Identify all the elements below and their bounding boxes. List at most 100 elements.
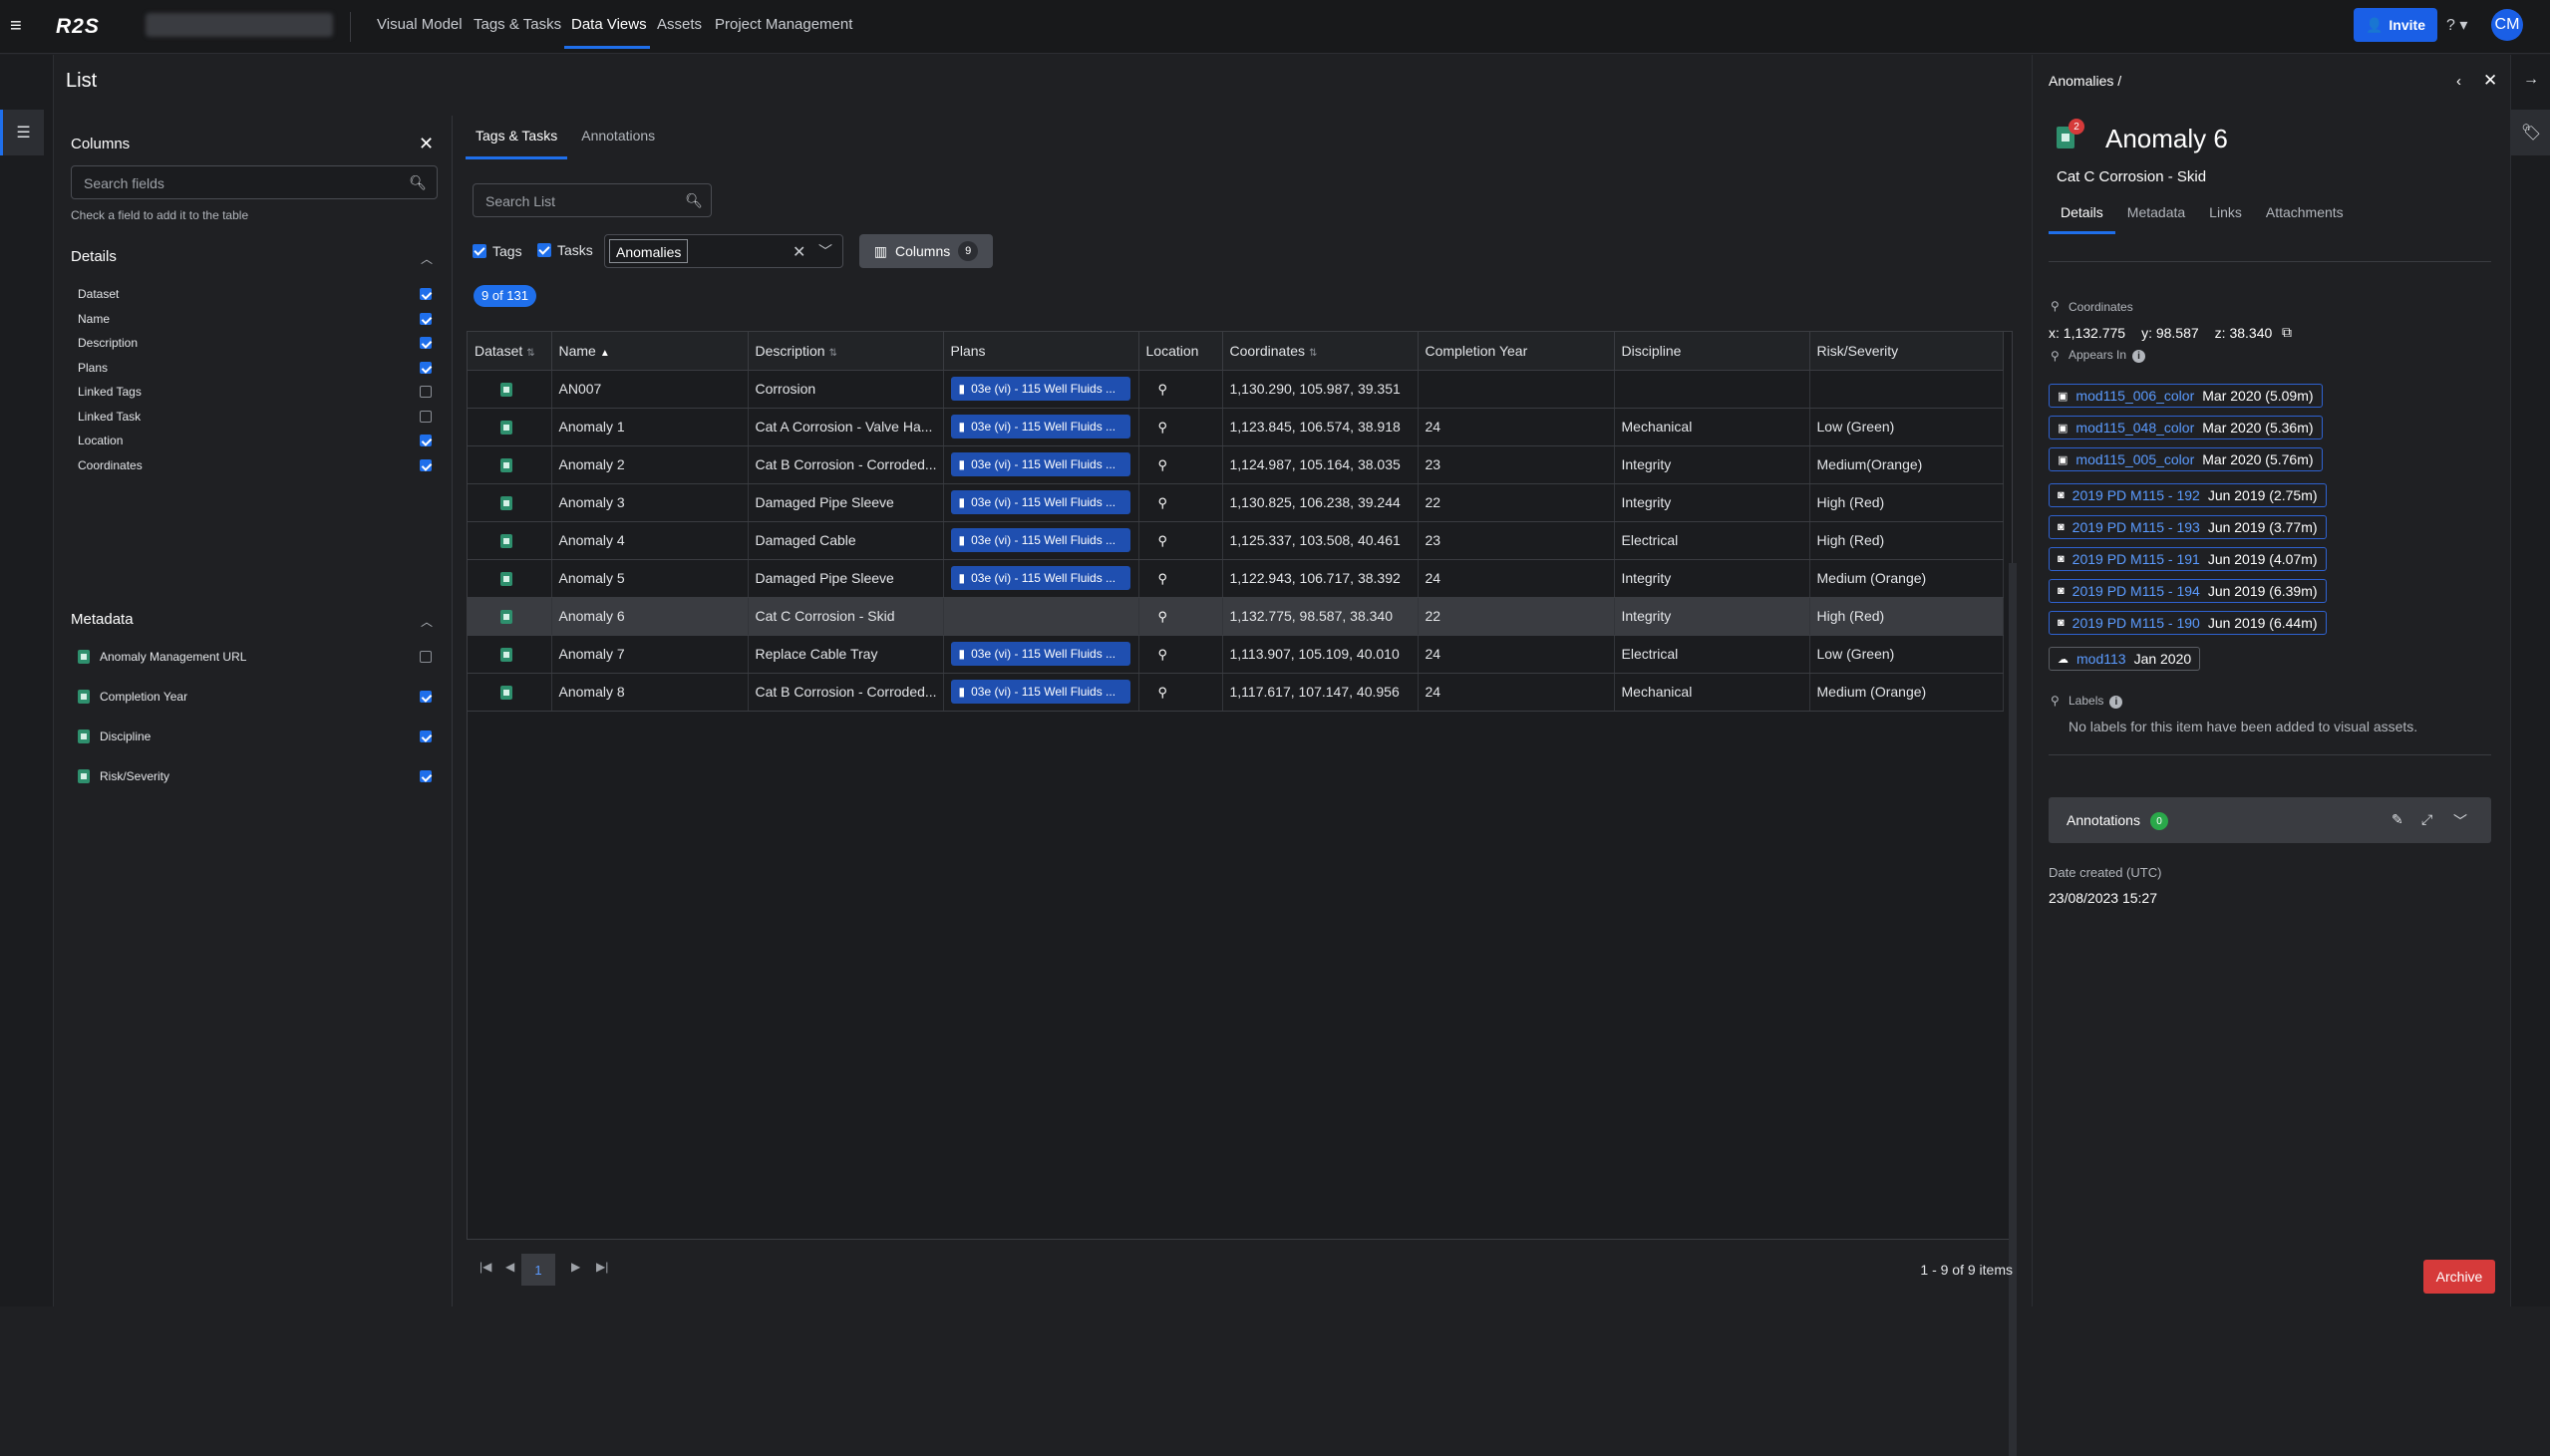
tags-filter[interactable]: Tags <box>473 234 522 268</box>
location-pin-icon[interactable]: ⚲ <box>1158 685 1168 700</box>
dataset-select[interactable]: Anomalies ✕ ﹀ <box>604 234 843 268</box>
next-page-icon[interactable]: ▶ <box>571 1260 580 1274</box>
model-chip[interactable]: ▣ mod115_048_color Mar 2020 (5.36m) <box>2049 416 2323 439</box>
details-section-header[interactable]: Details <box>71 248 117 265</box>
plan-chip[interactable]: ▮ 03e (vi) - 115 Well Fluids ... <box>950 566 1130 590</box>
tab-annotations[interactable]: Annotations <box>571 116 665 159</box>
hamburger-menu-icon[interactable]: ≡ <box>10 16 30 36</box>
list-view-icon[interactable]: ☰ <box>0 110 44 155</box>
photo-chip[interactable]: ◙ 2019 PD M115 - 192 Jun 2019 (2.75m) <box>2049 483 2327 507</box>
tasks-filter[interactable]: Tasks <box>537 233 593 267</box>
col-name[interactable]: Name ▲ <box>551 332 749 371</box>
prev-page-icon[interactable]: ◀ <box>505 1260 514 1274</box>
photo-chip[interactable]: ◙ 2019 PD M115 - 194 Jun 2019 (6.39m) <box>2049 579 2327 603</box>
field-linked-tags[interactable]: Linked Tags <box>78 382 432 402</box>
plan-chip[interactable]: ▮ 03e (vi) - 115 Well Fluids ... <box>950 680 1130 704</box>
checkbox[interactable] <box>420 337 432 349</box>
chevron-left-icon[interactable]: ‹ <box>2456 73 2461 90</box>
scrollbar[interactable] <box>2009 563 2017 1456</box>
photo-chip[interactable]: ◙ 2019 PD M115 - 190 Jun 2019 (6.44m) <box>2049 611 2327 635</box>
col-coordinates[interactable]: Coordinates ⇅ <box>1222 332 1419 371</box>
expand-icon[interactable]: ⤢ <box>2421 811 2432 828</box>
tab-details[interactable]: Details <box>2049 194 2115 234</box>
plan-chip[interactable]: ▮ 03e (vi) - 115 Well Fluids ... <box>950 415 1130 438</box>
search-list-input[interactable]: Search List 🔍︎ <box>473 183 712 217</box>
photo-chip[interactable]: ◙ 2019 PD M115 - 191 Jun 2019 (4.07m) <box>2049 547 2327 571</box>
col-discipline[interactable]: Discipline <box>1614 332 1810 371</box>
table-row[interactable]: Anomaly 1 Cat A Corrosion - Valve Ha... ▮ 0… <box>468 408 2004 446</box>
checkbox[interactable] <box>420 435 432 446</box>
plan-chip[interactable]: ▮ 03e (vi) - 115 Well Fluids ... <box>950 377 1130 401</box>
project-selector[interactable] <box>146 13 333 37</box>
first-page-icon[interactable]: |◀ <box>479 1260 491 1274</box>
table-row[interactable]: Anomaly 4 Damaged Cable ▮ 03e (vi) - 115 We… <box>468 521 2004 560</box>
checkbox[interactable] <box>420 362 432 374</box>
plan-chip[interactable]: ▮ 03e (vi) - 115 Well Fluids ... <box>950 452 1130 476</box>
nav-data-views[interactable]: Data Views <box>571 16 647 33</box>
tab-attachments[interactable]: Attachments <box>2254 194 2356 234</box>
checkbox[interactable] <box>473 244 486 258</box>
checkbox[interactable] <box>420 730 432 742</box>
tab-links[interactable]: Links <box>2197 194 2254 234</box>
checkbox[interactable] <box>420 691 432 703</box>
field-name[interactable]: Name <box>78 309 432 329</box>
page-number[interactable]: 1 <box>521 1254 555 1286</box>
model-chip[interactable]: ▣ mod115_006_color Mar 2020 (5.09m) <box>2049 384 2323 408</box>
table-row[interactable]: Anomaly 5 Damaged Pipe Sleeve ▮ 03e (vi) - … <box>468 559 2004 598</box>
location-pin-icon[interactable]: ⚲ <box>1158 382 1168 397</box>
col-location[interactable]: Location <box>1138 332 1223 371</box>
chevron-up-icon[interactable]: ︿ <box>421 613 433 630</box>
field-risk-severity[interactable]: Risk/Severity <box>78 766 432 786</box>
location-pin-icon[interactable]: ⚲ <box>1158 647 1168 662</box>
location-pin-icon[interactable]: ⚲ <box>1158 420 1168 435</box>
location-pin-icon[interactable]: ⚲ <box>1158 609 1168 624</box>
col-plans[interactable]: Plans <box>943 332 1139 371</box>
point-cloud-chip[interactable]: ☁ mod113 Jan 2020 <box>2049 647 2201 671</box>
close-icon[interactable]: ✕ <box>2483 71 2497 91</box>
search-fields-input[interactable]: Search fields 🔍︎ <box>71 165 438 199</box>
breadcrumb[interactable]: Anomalies / <box>2049 73 2121 89</box>
app-logo[interactable]: R2S <box>56 15 100 39</box>
info-icon[interactable]: i <box>2132 350 2146 363</box>
col-completion-year[interactable]: Completion Year <box>1418 332 1615 371</box>
chevron-up-icon[interactable]: ︿ <box>421 250 433 267</box>
col-description[interactable]: Description ⇅ <box>748 332 944 371</box>
nav-visual-model[interactable]: Visual Model <box>377 16 463 33</box>
table-row[interactable]: Anomaly 6 Cat C Corrosion - Skid ⚲ 1,132.77… <box>468 597 2004 636</box>
plan-chip[interactable]: ▮ 03e (vi) - 115 Well Fluids ... <box>950 490 1130 514</box>
field-location[interactable]: Location <box>78 431 432 450</box>
tag-icon[interactable]: 🏷︎ <box>2511 110 2550 155</box>
checkbox[interactable] <box>420 288 432 300</box>
checkbox[interactable] <box>420 411 432 423</box>
table-row[interactable]: Anomaly 8 Cat B Corrosion - Corroded... ▮ 0… <box>468 673 2004 712</box>
tab-tags-tasks[interactable]: Tags & Tasks <box>466 116 568 159</box>
field-description[interactable]: Description <box>78 333 432 353</box>
photo-chip[interactable]: ◙ 2019 PD M115 - 193 Jun 2019 (3.77m) <box>2049 515 2327 539</box>
chevron-down-icon[interactable]: ﹀ <box>818 241 832 261</box>
arrow-right-icon[interactable]: → <box>2523 71 2539 89</box>
checkbox[interactable] <box>420 386 432 398</box>
invite-button[interactable]: 👤 Invite <box>2354 8 2437 42</box>
location-pin-icon[interactable]: ⚲ <box>1158 571 1168 586</box>
archive-button[interactable]: Archive <box>2423 1260 2495 1294</box>
location-pin-icon[interactable]: ⚲ <box>1158 457 1168 472</box>
nav-project-management[interactable]: Project Management <box>715 16 852 33</box>
col-risk-severity[interactable]: Risk/Severity <box>1809 332 2004 371</box>
checkbox[interactable] <box>537 243 551 257</box>
columns-button[interactable]: ▥ Columns 9 <box>859 234 993 268</box>
checkbox[interactable] <box>420 313 432 325</box>
close-icon[interactable]: ✕ <box>419 134 434 154</box>
avatar[interactable]: CM <box>2491 9 2523 41</box>
location-pin-icon[interactable]: ⚲ <box>1158 495 1168 510</box>
field-dataset[interactable]: Dataset <box>78 284 432 304</box>
last-page-icon[interactable]: ▶| <box>596 1260 608 1274</box>
annotations-section[interactable]: Annotations 0 ✎ ⤢ ﹀ <box>2049 797 2491 843</box>
help-icon[interactable]: ? ▾ <box>2446 15 2467 35</box>
nav-assets[interactable]: Assets <box>657 16 702 33</box>
table-row[interactable]: Anomaly 7 Replace Cable Tray ▮ 03e (vi) - 1… <box>468 635 2004 674</box>
location-pin-icon[interactable]: ⚲ <box>1158 533 1168 548</box>
field-completion-year[interactable]: Completion Year <box>78 687 432 707</box>
col-dataset[interactable]: Dataset ⇅ <box>468 332 552 371</box>
chevron-down-icon[interactable]: ﹀ <box>2453 811 2467 831</box>
clear-icon[interactable]: ✕ <box>793 242 805 262</box>
